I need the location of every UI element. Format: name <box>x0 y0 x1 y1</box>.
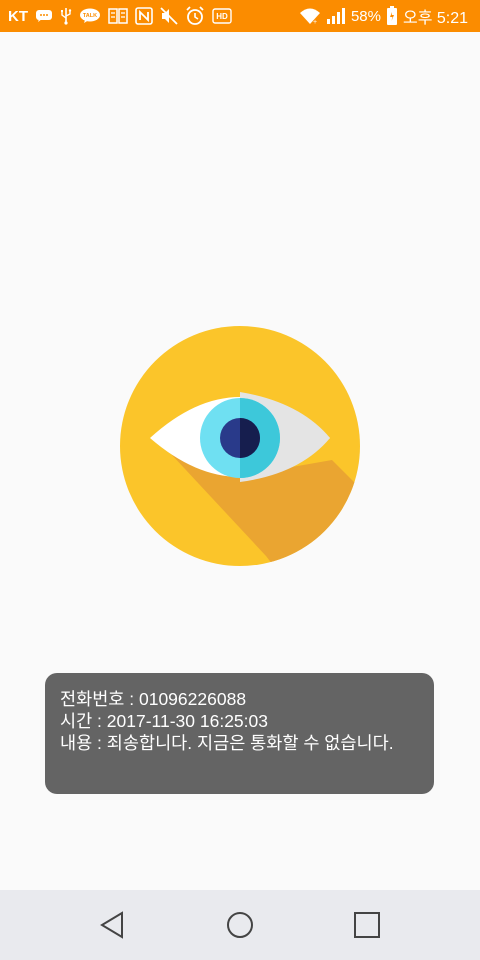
clock: 오후 5:21 <box>402 10 468 27</box>
hd-voice-icon: HD <box>212 8 232 24</box>
toast-time-line: 시간 : 2017-11-30 16:25:03 <box>60 711 268 731</box>
home-button[interactable] <box>225 910 255 940</box>
carrier-label: KT <box>8 7 28 25</box>
nfc-icon <box>135 7 153 25</box>
app-logo <box>120 326 360 566</box>
kakaotalk-icon: TALK <box>79 8 101 24</box>
toast-content-line: 내용 : 죄송합니다. 지금은 통화할 수 없습니다. <box>60 733 394 753</box>
toast-phone-line: 전화번호 : 01096226088 <box>60 689 247 709</box>
status-bar: KT TALK HD + 58% 오후 5:21 <box>0 0 480 32</box>
alarm-icon <box>185 6 205 26</box>
mute-icon <box>160 7 178 25</box>
status-bar-left: KT TALK HD <box>0 0 232 32</box>
eye-icon <box>120 326 360 566</box>
navigation-bar <box>0 890 480 960</box>
usb-icon <box>60 7 72 25</box>
svg-text:TALK: TALK <box>83 13 97 19</box>
battery-percent: 58% <box>350 7 381 25</box>
svg-text:+: + <box>313 19 317 25</box>
back-icon <box>100 911 123 939</box>
recents-button[interactable] <box>352 910 382 940</box>
back-button[interactable] <box>98 910 128 940</box>
chat-bubble-icon <box>35 9 53 23</box>
svg-text:HD: HD <box>216 12 228 21</box>
recents-icon <box>354 912 380 938</box>
toast-message: 전화번호 : 01096226088 시간 : 2017-11-30 16:25… <box>45 673 434 794</box>
wifi-icon: + <box>299 7 321 25</box>
home-icon <box>227 912 253 938</box>
cast-icon <box>108 8 128 24</box>
signal-icon <box>326 7 346 25</box>
battery-icon <box>386 6 398 26</box>
status-bar-right: + 58% 오후 5:21 <box>299 0 480 32</box>
